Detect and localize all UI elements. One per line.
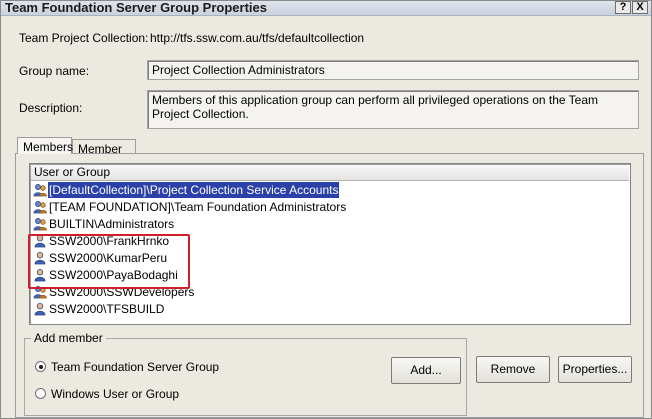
radio-windows-user-label[interactable]: Windows User or Group: [51, 387, 179, 401]
list-item-label: SSW2000\TFSBUILD: [49, 302, 165, 316]
list-item-label: BUILTIN\Administrators: [49, 217, 175, 231]
close-button[interactable]: X: [632, 1, 648, 14]
list-item-label: [TEAM FOUNDATION]\Team Foundation Admini…: [49, 200, 347, 214]
remove-button[interactable]: Remove: [476, 356, 550, 383]
help-button[interactable]: ?: [615, 1, 631, 14]
group-icon: [33, 200, 47, 214]
radio-tfs-group-indicator[interactable]: [35, 361, 46, 372]
radio-windows-user-indicator[interactable]: [35, 388, 46, 399]
add-member-groupbox: Add member Team Foundation Server Group …: [24, 331, 467, 416]
description-label: Description:: [19, 101, 83, 115]
add-button[interactable]: Add...: [391, 357, 461, 384]
column-header-user-or-group[interactable]: User or Group: [31, 165, 629, 181]
list-item-label: [DefaultCollection]\Project Collection S…: [48, 182, 340, 198]
group-name-field[interactable]: Project Collection Administrators: [147, 60, 639, 80]
group-icon: [33, 183, 47, 197]
title-bar: Team Foundation Server Group Properties …: [1, 0, 651, 16]
description-field[interactable]: Members of this application group can pe…: [147, 90, 639, 129]
tab-member-of[interactable]: Member of: [72, 139, 136, 170]
add-member-legend: Add member: [31, 331, 106, 345]
collection-value: http://tfs.ssw.com.au/tfs/defaultcollect…: [150, 31, 365, 45]
collection-label: Team Project Collection:: [19, 31, 149, 45]
user-icon: [33, 302, 47, 316]
annotation-highlight-box: [28, 234, 190, 289]
properties-button[interactable]: Properties...: [558, 356, 632, 383]
radio-tfs-group-label[interactable]: Team Foundation Server Group: [51, 360, 219, 374]
window-title: Team Foundation Server Group Properties: [5, 0, 267, 15]
tab-members[interactable]: Members: [17, 137, 73, 154]
group-properties-dialog: Team Foundation Server Group Properties …: [0, 0, 652, 419]
group-icon: [33, 217, 47, 231]
group-name-label: Group name:: [19, 64, 90, 78]
